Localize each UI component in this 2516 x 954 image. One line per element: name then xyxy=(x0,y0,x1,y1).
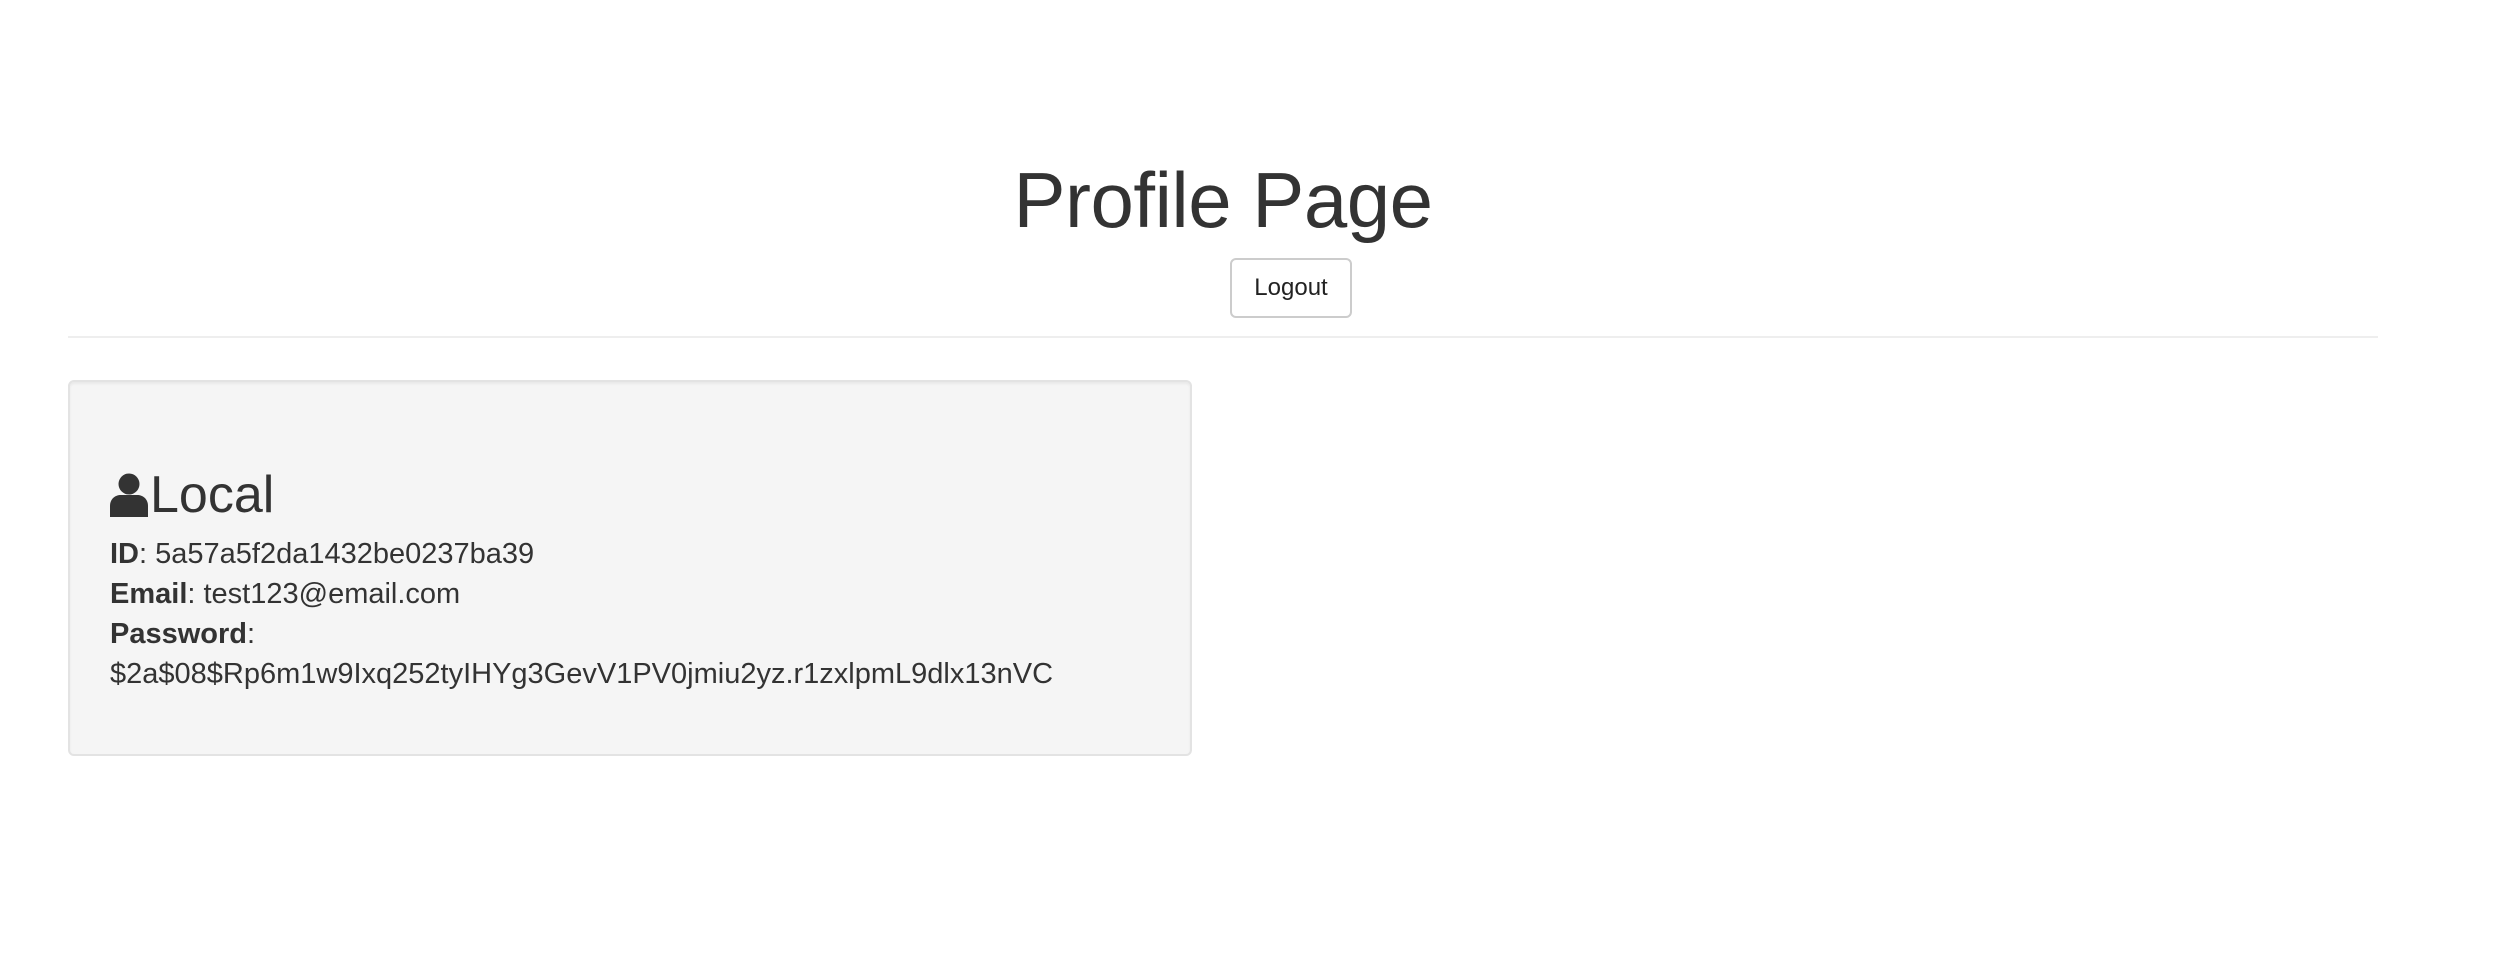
password-value-row: $2a$08$Rp6m1w9Ixq252tyIHYg3GevV1PV0jmiu2… xyxy=(110,654,1053,694)
email-label: Email xyxy=(110,578,188,610)
page-header: Profile Page Logout xyxy=(68,0,2378,338)
profile-page: Profile Page Logout Local ID: 5a57a5f2da… xyxy=(0,0,2516,954)
id-row: ID: 5a57a5f2da1432be0237ba39 xyxy=(110,538,535,570)
local-section-heading: Local xyxy=(110,460,274,530)
local-account-details: ID: 5a57a5f2da1432be0237ba39 Email: test… xyxy=(110,534,1053,694)
local-account-panel: Local ID: 5a57a5f2da1432be0237ba39 Email… xyxy=(68,380,1192,756)
email-value: test123@email.com xyxy=(203,578,461,610)
logout-button[interactable]: Logout xyxy=(1230,258,1352,318)
email-row: Email: test123@email.com xyxy=(110,578,461,610)
id-value: 5a57a5f2da1432be0237ba39 xyxy=(155,538,535,570)
user-icon xyxy=(110,473,148,517)
password-label: Password xyxy=(110,618,247,650)
id-label: ID xyxy=(110,538,139,570)
page-title: Profile Page xyxy=(1013,156,1433,244)
header-divider xyxy=(68,336,2378,338)
password-value: $2a$08$Rp6m1w9Ixq252tyIHYg3GevV1PV0jmiu2… xyxy=(110,658,1054,690)
password-row: Password: xyxy=(110,618,256,650)
local-heading-label: Local xyxy=(150,466,275,524)
